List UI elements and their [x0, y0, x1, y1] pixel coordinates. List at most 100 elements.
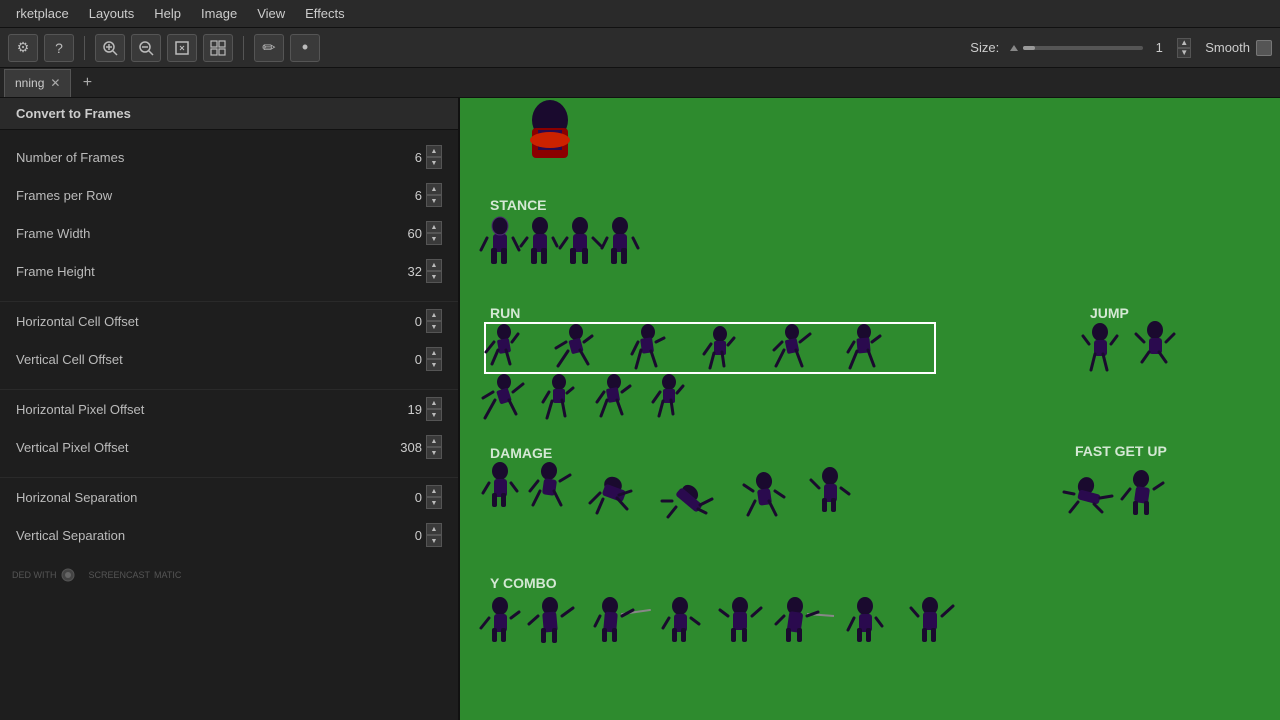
number-of-frames-up[interactable]: ▲	[426, 145, 442, 157]
grid-icon	[210, 40, 226, 56]
settings-button[interactable]: ⚙	[8, 34, 38, 62]
h-pixel-offset-down[interactable]: ▼	[426, 409, 442, 421]
v-separation-down[interactable]: ▼	[426, 535, 442, 547]
form-spacer-2	[0, 378, 458, 390]
v-separation-up[interactable]: ▲	[426, 523, 442, 535]
number-of-frames-label: Number of Frames	[16, 150, 362, 165]
dot-button[interactable]: •	[290, 34, 320, 62]
v-separation-value: 0	[362, 528, 422, 543]
menu-effects[interactable]: Effects	[297, 4, 353, 23]
damage-label: DAMAGE	[490, 445, 552, 461]
frame-height-label: Frame Height	[16, 264, 362, 279]
size-label: Size:	[970, 40, 999, 55]
form-row-h-pixel-offset: Horizontal Pixel Offset 19 ▲ ▼	[0, 390, 458, 428]
watermark-text2: SCREENCAST	[89, 570, 151, 580]
menu-image[interactable]: Image	[193, 4, 245, 23]
canvas-area: STANCE	[460, 98, 1280, 720]
size-value: 1	[1147, 40, 1171, 55]
frame-height-spinner: ▲ ▼	[426, 259, 442, 283]
size-slider-track[interactable]	[1023, 46, 1143, 50]
h-cell-offset-up[interactable]: ▲	[426, 309, 442, 321]
jump-label: JUMP	[1090, 305, 1129, 321]
h-separation-down[interactable]: ▼	[426, 497, 442, 509]
v-cell-offset-value: 0	[362, 352, 422, 367]
sprite-sheet-canvas: STANCE	[460, 98, 1280, 720]
v-separation-spinner: ▲ ▼	[426, 523, 442, 547]
toolbar: ⚙ ? ✏ • Size: 1 ▲ ▼ Smooth	[0, 28, 1280, 68]
v-pixel-offset-up[interactable]: ▲	[426, 435, 442, 447]
form-row-v-separation: Vertical Separation 0 ▲ ▼	[0, 516, 458, 554]
number-of-frames-spinner: ▲ ▼	[426, 145, 442, 169]
h-separation-up[interactable]: ▲	[426, 485, 442, 497]
active-tab[interactable]: nning ✕	[4, 69, 71, 97]
frames-per-row-label: Frames per Row	[16, 188, 362, 203]
frame-height-up[interactable]: ▲	[426, 259, 442, 271]
menubar: rketplace Layouts Help Image View Effect…	[0, 0, 1280, 28]
panel-title: Convert to Frames	[0, 98, 458, 130]
v-pixel-offset-value: 308	[362, 440, 422, 455]
frame-height-value: 32	[362, 264, 422, 279]
frame-width-value: 60	[362, 226, 422, 241]
zoom-in-button[interactable]	[95, 34, 125, 62]
h-pixel-offset-spinner: ▲ ▼	[426, 397, 442, 421]
toolbar-separator-1	[84, 36, 85, 60]
number-of-frames-value: 6	[362, 150, 422, 165]
frame-width-up[interactable]: ▲	[426, 221, 442, 233]
size-slider-fill	[1023, 46, 1035, 50]
form-row-v-cell-offset: Vertical Cell Offset 0 ▲ ▼	[0, 340, 458, 378]
frames-per-row-up[interactable]: ▲	[426, 183, 442, 195]
form-row-frames-per-row: Frames per Row 6 ▲ ▼	[0, 176, 458, 214]
tab-label: nning	[15, 76, 44, 90]
size-arrows: ▲ ▼	[1177, 38, 1191, 58]
watermark-text3: MATIC	[154, 570, 181, 580]
menu-view[interactable]: View	[249, 4, 293, 23]
tab-add-button[interactable]: +	[75, 71, 99, 95]
form-rows: Number of Frames 6 ▲ ▼ Frames per Row 6 …	[0, 130, 458, 562]
size-control: 1 ▲ ▼	[1009, 38, 1191, 58]
frames-per-row-value: 6	[362, 188, 422, 203]
v-cell-offset-down[interactable]: ▼	[426, 359, 442, 371]
zoom-out-icon	[138, 40, 154, 56]
pencil-button[interactable]: ✏	[254, 34, 284, 62]
menu-help[interactable]: Help	[146, 4, 189, 23]
form-spacer-3	[0, 466, 458, 478]
grid-button[interactable]	[203, 34, 233, 62]
watermark-logo	[61, 568, 85, 582]
smooth-checkbox[interactable]	[1256, 40, 1272, 56]
number-of-frames-down[interactable]: ▼	[426, 157, 442, 169]
char-preview	[530, 100, 570, 158]
main-container: Convert to Frames Number of Frames 6 ▲ ▼…	[0, 98, 1280, 720]
h-pixel-offset-up[interactable]: ▲	[426, 397, 442, 409]
menu-marketplace[interactable]: rketplace	[8, 4, 77, 23]
frames-per-row-spinner: ▲ ▼	[426, 183, 442, 207]
ycombo-label: Y COMBO	[490, 575, 557, 591]
smooth-label: Smooth	[1205, 40, 1250, 55]
tab-close-button[interactable]: ✕	[50, 76, 60, 90]
frames-per-row-down[interactable]: ▼	[426, 195, 442, 207]
h-pixel-offset-label: Horizontal Pixel Offset	[16, 402, 362, 417]
h-separation-value: 0	[362, 490, 422, 505]
v-cell-offset-up[interactable]: ▲	[426, 347, 442, 359]
zoom-fit-icon	[174, 40, 190, 56]
frame-width-down[interactable]: ▼	[426, 233, 442, 245]
h-separation-label: Horizonal Separation	[16, 490, 362, 505]
zoom-fit-button[interactable]	[167, 34, 197, 62]
frame-height-down[interactable]: ▼	[426, 271, 442, 283]
form-row-frame-width: Frame Width 60 ▲ ▼	[0, 214, 458, 252]
zoom-out-button[interactable]	[131, 34, 161, 62]
form-row-frame-height: Frame Height 32 ▲ ▼	[0, 252, 458, 290]
left-panel: Convert to Frames Number of Frames 6 ▲ ▼…	[0, 98, 460, 720]
v-separation-label: Vertical Separation	[16, 528, 362, 543]
frame-width-spinner: ▲ ▼	[426, 221, 442, 245]
help-button[interactable]: ?	[44, 34, 74, 62]
tabbar: nning ✕ +	[0, 68, 1280, 98]
h-cell-offset-down[interactable]: ▼	[426, 321, 442, 333]
v-pixel-offset-down[interactable]: ▼	[426, 447, 442, 459]
h-separation-spinner: ▲ ▼	[426, 485, 442, 509]
size-down-arrow[interactable]: ▼	[1177, 48, 1191, 58]
h-pixel-offset-value: 19	[362, 402, 422, 417]
menu-layouts[interactable]: Layouts	[81, 4, 143, 23]
size-up-arrow[interactable]: ▲	[1177, 38, 1191, 48]
h-cell-offset-label: Horizontal Cell Offset	[16, 314, 362, 329]
size-slider-icon	[1009, 43, 1019, 53]
